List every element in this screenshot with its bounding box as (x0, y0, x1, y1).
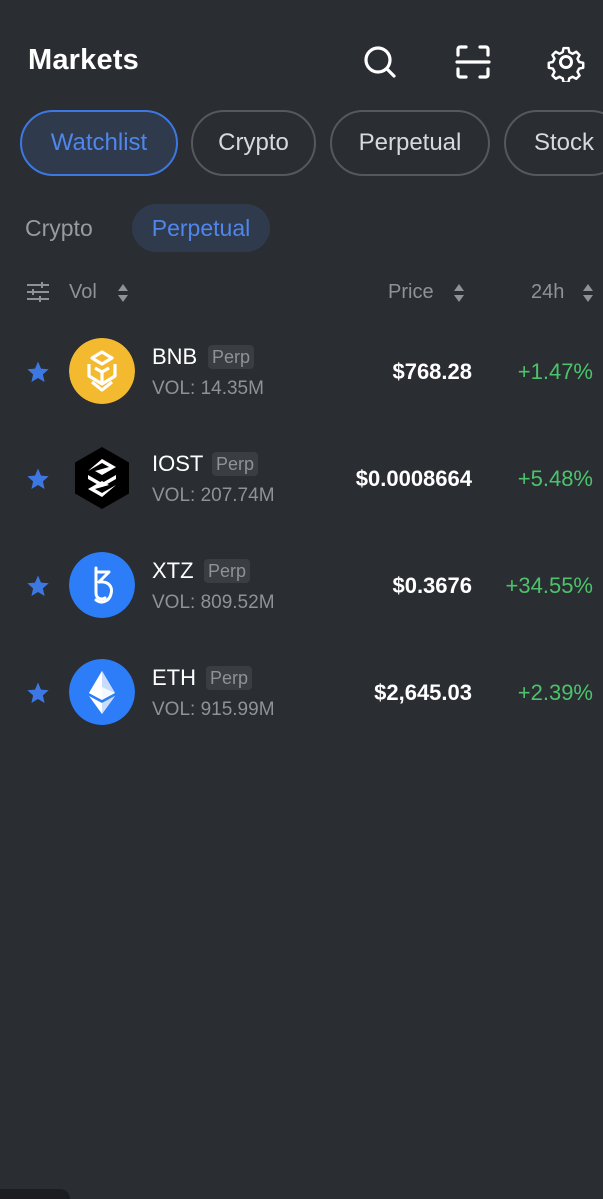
market-tabs: Watchlist Crypto Perpetual Stock (20, 110, 603, 176)
tab-perpetual[interactable]: Perpetual (330, 110, 490, 176)
coin-price: $0.0008664 (355, 466, 472, 491)
search-icon[interactable] (358, 40, 402, 84)
scan-icon[interactable] (451, 40, 495, 84)
eth-logo-icon (69, 659, 135, 725)
column-header: Vol Price 24h (0, 276, 603, 310)
coin-volume: VOL: 207.74M (152, 485, 275, 506)
list-item[interactable]: ETH Perp VOL: 915.99M $2,645.03 +2.39% (0, 639, 603, 746)
sort-arrows-icon[interactable] (582, 283, 594, 303)
markets-screen: Markets Watchlist Crypto Perpetual Stock… (0, 0, 603, 1199)
star-icon[interactable] (26, 681, 50, 705)
coin-change: +5.48% (517, 466, 593, 491)
screen-corner (0, 1189, 70, 1199)
star-icon[interactable] (26, 574, 50, 598)
coin-symbol: IOST (152, 451, 204, 476)
page-title: Markets (28, 44, 140, 76)
coin-price: $768.28 (392, 359, 472, 384)
perp-badge: Perp (212, 452, 259, 476)
sort-arrows-icon[interactable] (453, 283, 465, 303)
coin-symbol: BNB (152, 344, 198, 369)
bnb-logo-icon (69, 338, 135, 404)
coin-price: $0.3676 (392, 573, 472, 598)
perp-badge: Perp (206, 666, 253, 690)
coin-change: +34.55% (505, 573, 593, 598)
price-column-label[interactable]: Price (388, 281, 434, 304)
coin-symbol: XTZ (152, 558, 194, 583)
perp-badge: Perp (208, 345, 255, 369)
subtab-crypto[interactable]: Crypto (25, 204, 93, 252)
coin-price: $2,645.03 (374, 680, 472, 705)
coin-symbol: ETH (152, 665, 196, 690)
star-icon[interactable] (26, 360, 50, 384)
perp-badge: Perp (204, 559, 251, 583)
coin-volume: VOL: 809.52M (152, 592, 275, 613)
list-item[interactable]: XTZ Perp VOL: 809.52M $0.3676 +34.55% (0, 532, 603, 639)
vol-column-label[interactable]: Vol (69, 281, 97, 304)
iost-logo-icon (69, 445, 135, 511)
tab-stock[interactable]: Stock (504, 110, 603, 176)
sort-arrows-icon[interactable] (117, 283, 129, 303)
filter-sliders-icon[interactable] (26, 280, 50, 304)
gear-icon[interactable] (544, 40, 588, 84)
change-column-label[interactable]: 24h (531, 281, 564, 304)
list-item[interactable]: BNB Perp VOL: 14.35M $768.28 +1.47% (0, 318, 603, 425)
tab-crypto[interactable]: Crypto (191, 110, 316, 176)
coin-volume: VOL: 14.35M (152, 378, 264, 399)
star-icon[interactable] (26, 467, 50, 491)
coin-change: +1.47% (517, 359, 593, 384)
coin-volume: VOL: 915.99M (152, 699, 275, 720)
subtab-perpetual[interactable]: Perpetual (132, 204, 270, 252)
header: Markets (0, 0, 603, 110)
tab-watchlist[interactable]: Watchlist (20, 110, 178, 176)
xtz-logo-icon (69, 552, 135, 618)
list-item[interactable]: IOST Perp VOL: 207.74M $0.0008664 +5.48% (0, 425, 603, 532)
coin-change: +2.39% (517, 680, 593, 705)
